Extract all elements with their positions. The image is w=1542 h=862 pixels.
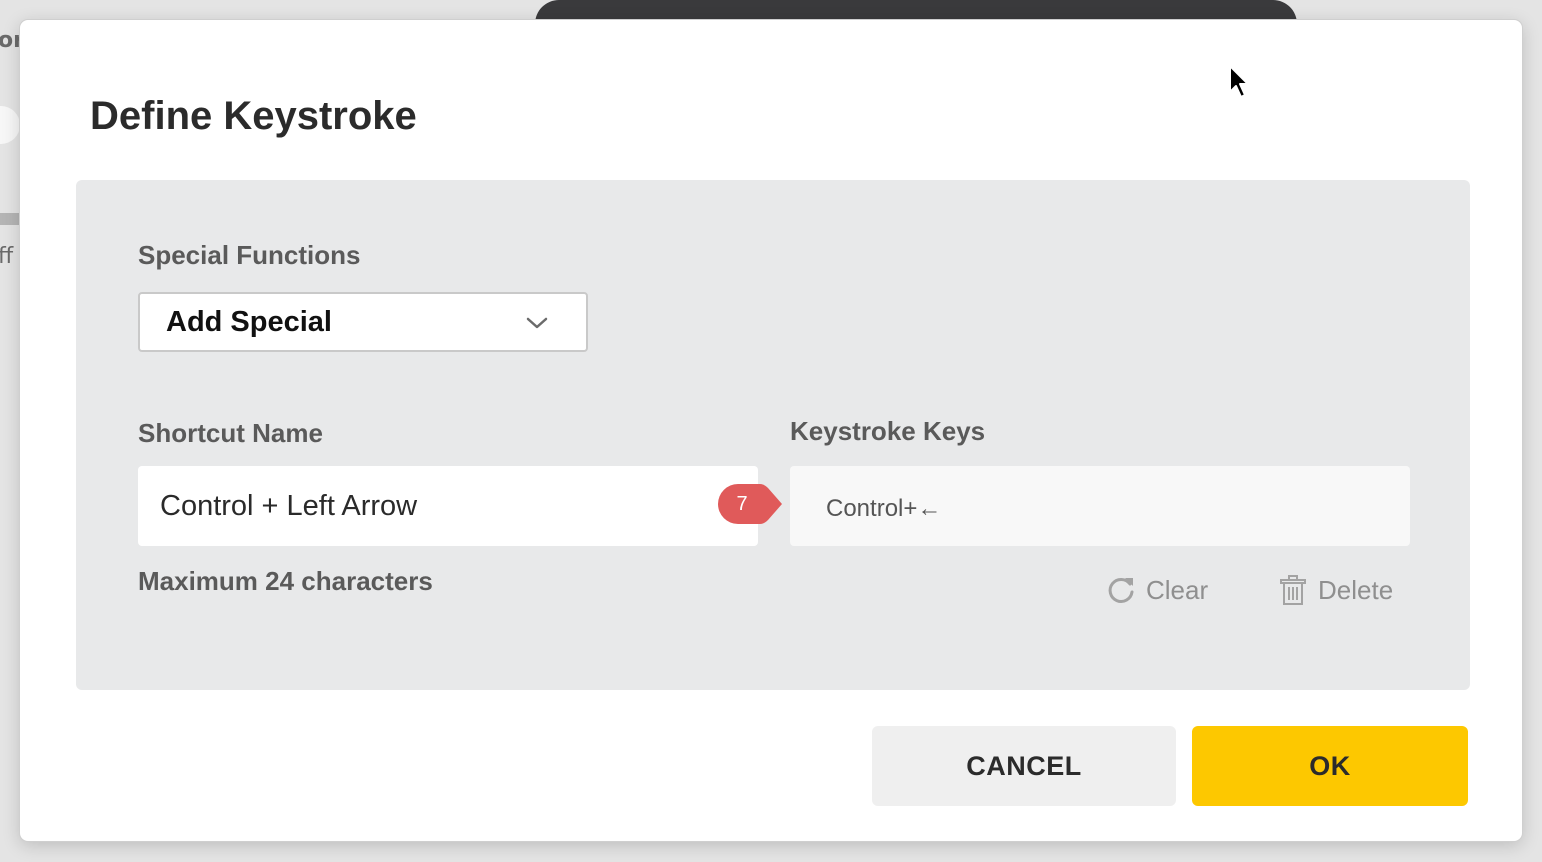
refresh-icon: [1108, 577, 1134, 603]
step-badge-number: 7: [736, 493, 748, 515]
keystroke-form-panel: Special Functions Add Special Shortcut N…: [76, 180, 1470, 690]
cancel-button[interactable]: CANCEL: [872, 726, 1176, 806]
clear-label: Clear: [1146, 574, 1209, 605]
special-functions-dropdown[interactable]: Add Special: [138, 292, 588, 352]
shortcut-name-label: Shortcut Name: [138, 418, 323, 448]
special-functions-selected-value: Add Special: [166, 306, 332, 338]
mouse-cursor-icon: [1229, 65, 1249, 98]
step-badge: 7: [718, 484, 782, 524]
shortcut-name-hint: Maximum 24 characters: [138, 566, 433, 596]
clear-button[interactable]: Clear: [1106, 570, 1208, 610]
ok-button[interactable]: OK: [1192, 726, 1468, 806]
keystroke-keys-label: Keystroke Keys: [790, 416, 986, 446]
shortcut-name-input[interactable]: Control + Left Arrow: [138, 466, 758, 546]
special-functions-label: Special Functions: [138, 240, 361, 270]
chevron-down-icon: [526, 317, 548, 329]
delete-button[interactable]: Delete: [1278, 570, 1393, 610]
dialog-title: Define Keystroke: [90, 94, 417, 138]
trash-icon: [1280, 575, 1306, 605]
define-keystroke-dialog: Define Keystroke Special Functions Add S…: [20, 20, 1522, 841]
background-bar: [0, 213, 20, 225]
background-text: ff: [0, 244, 14, 269]
delete-label: Delete: [1318, 574, 1394, 605]
keystroke-keys-field[interactable]: Control+←: [790, 466, 1410, 546]
background-toggle-knob: [0, 106, 20, 144]
